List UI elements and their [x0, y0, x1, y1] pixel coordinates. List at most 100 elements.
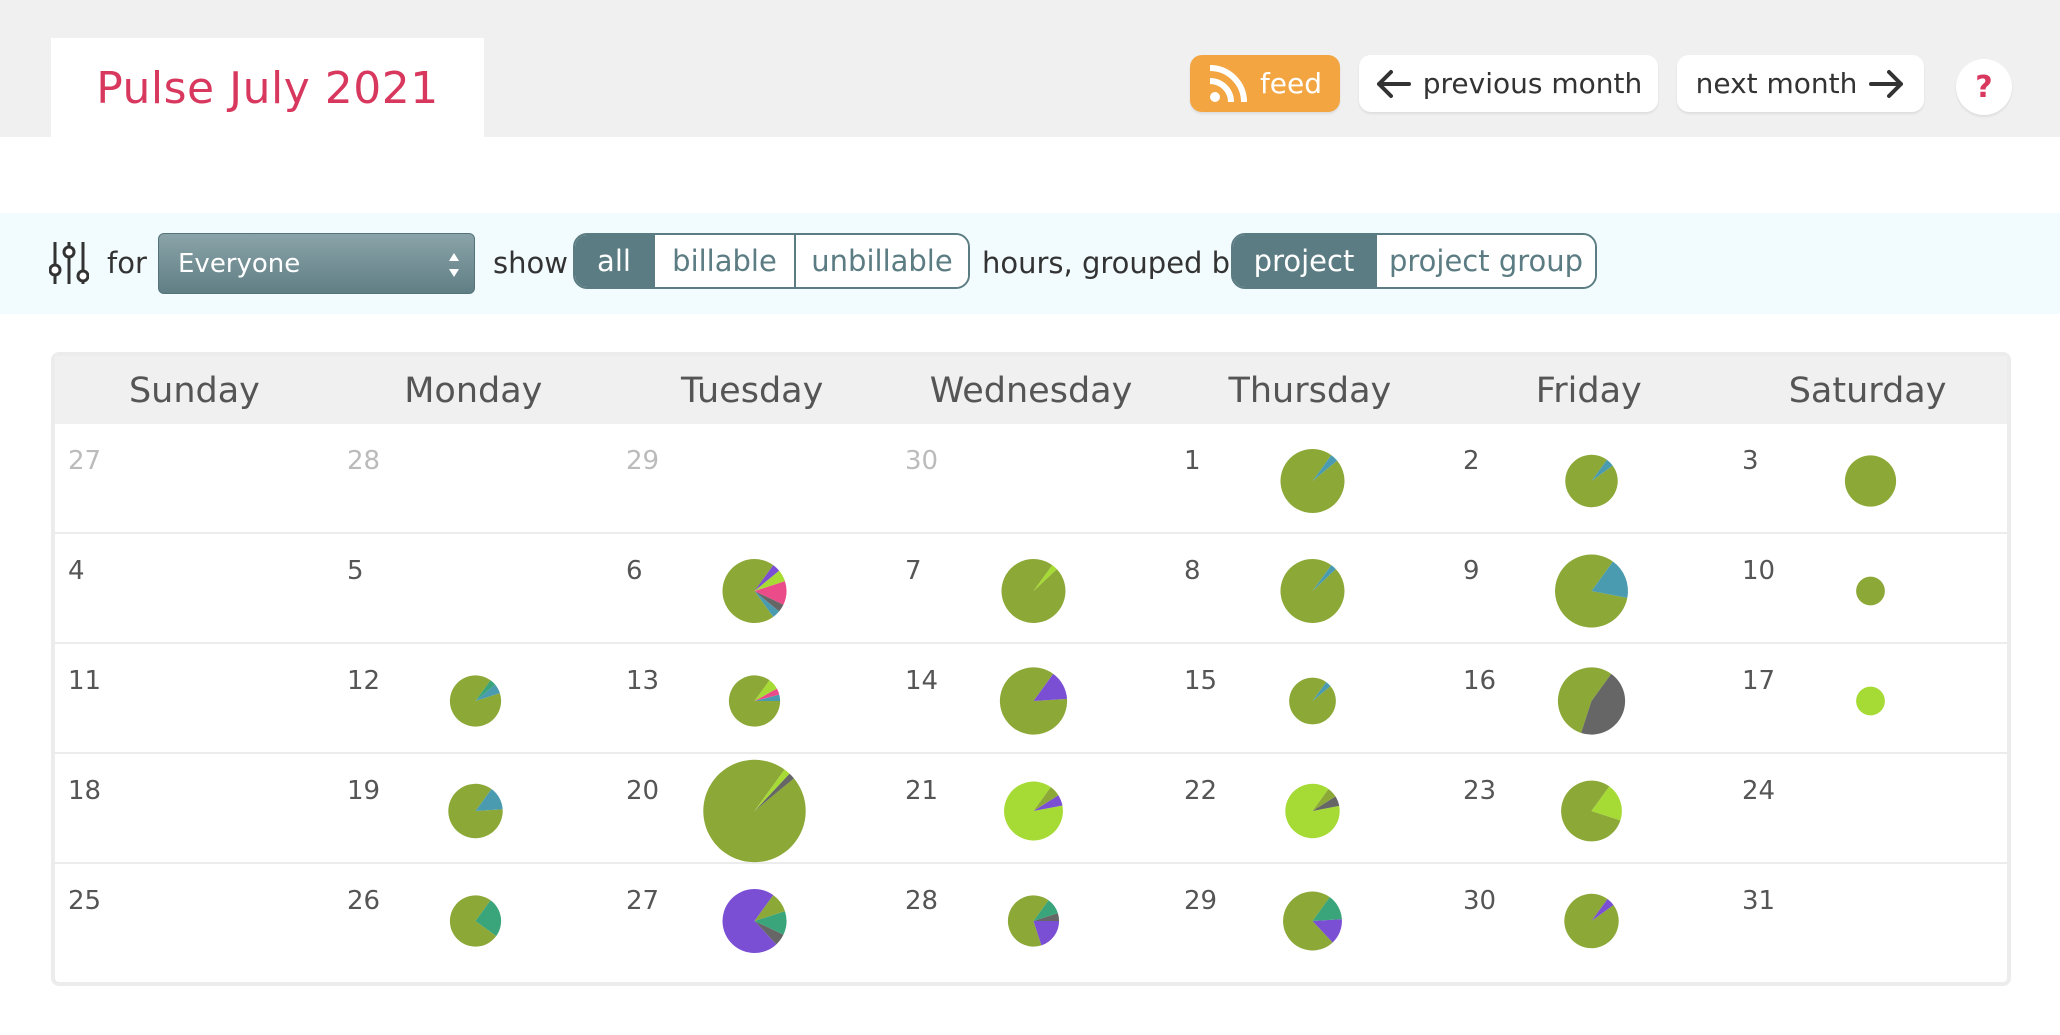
hours-pie-chart[interactable]	[1171, 864, 1450, 974]
day-number: 28	[347, 446, 381, 476]
day-number: 27	[68, 446, 102, 476]
for-label: for	[107, 246, 147, 280]
hours-pie-chart[interactable]	[1729, 424, 2008, 534]
group-option-project-group[interactable]: project group	[1375, 235, 1595, 287]
person-select-value: Everyone	[178, 248, 301, 279]
day-number: 24	[1742, 776, 1776, 806]
day-cell[interactable]: 21	[892, 754, 1171, 864]
weekday-label: Friday	[1535, 371, 1642, 411]
grouped-by-label: hours, grouped by	[982, 246, 1248, 280]
group-segmented-control: project project group	[1231, 233, 1597, 289]
day-cell[interactable]: 25	[55, 864, 334, 974]
hours-pie-chart[interactable]	[1171, 644, 1450, 754]
show-label: show	[493, 246, 568, 280]
week-row: 11 12 13 14 15 16 17	[55, 644, 2007, 754]
hours-pie-chart[interactable]	[613, 534, 892, 644]
hours-pie-chart[interactable]	[1450, 864, 1729, 974]
week-row: 27 28 29 30 1 2 3	[55, 424, 2007, 534]
hours-pie-chart[interactable]	[1450, 534, 1729, 644]
hours-pie-chart[interactable]	[1450, 424, 1729, 534]
day-cell[interactable]: 1	[1171, 424, 1450, 534]
day-cell[interactable]: 27	[55, 424, 334, 534]
day-cell[interactable]: 18	[55, 754, 334, 864]
day-cell[interactable]: 13	[613, 644, 892, 754]
hours-pie-chart[interactable]	[1171, 534, 1450, 644]
help-button[interactable]: ?	[1956, 59, 2012, 115]
day-cell[interactable]: 5	[334, 534, 613, 644]
hours-pie-chart[interactable]	[334, 754, 613, 864]
day-number: 11	[68, 666, 102, 696]
hours-pie-chart[interactable]	[1450, 644, 1729, 754]
day-cell[interactable]: 23	[1450, 754, 1729, 864]
month-calendar: Sunday Monday Tuesday Wednesday Thursday Frid…	[51, 352, 2011, 986]
day-cell[interactable]: 9	[1450, 534, 1729, 644]
day-cell[interactable]: 14	[892, 644, 1171, 754]
day-cell[interactable]: 29	[1171, 864, 1450, 974]
day-number: 25	[68, 886, 102, 916]
hours-option-unbillable[interactable]: unbillable	[794, 235, 968, 287]
hours-pie-chart[interactable]	[892, 864, 1171, 974]
day-cell[interactable]: 8	[1171, 534, 1450, 644]
day-cell[interactable]: 22	[1171, 754, 1450, 864]
day-cell[interactable]: 29	[613, 424, 892, 534]
next-month-button[interactable]: next month	[1677, 55, 1924, 112]
arrow-left-icon	[1376, 69, 1411, 98]
title-tab: Pulse July 2021	[51, 38, 484, 138]
hours-pie-chart[interactable]	[334, 644, 613, 754]
group-option-project[interactable]: project	[1233, 235, 1375, 287]
day-cell[interactable]: 11	[55, 644, 334, 754]
weekday-header: Sunday Monday Tuesday Wednesday Thursday Frid…	[55, 356, 2007, 424]
day-cell[interactable]: 7	[892, 534, 1171, 644]
feed-button[interactable]: feed	[1190, 55, 1340, 112]
pie-slice	[1844, 455, 1897, 507]
day-cell[interactable]: 27	[613, 864, 892, 974]
week-row: 25 26 27 28 29 30 31	[55, 864, 2007, 974]
rss-icon	[1209, 64, 1247, 102]
feed-label: feed	[1259, 67, 1323, 100]
select-arrows-icon	[449, 253, 459, 277]
hours-pie-chart[interactable]	[613, 644, 892, 754]
hours-pie-chart[interactable]	[613, 864, 892, 974]
day-cell[interactable]: 16	[1450, 644, 1729, 754]
pie-slice	[1856, 686, 1885, 716]
day-cell[interactable]: 24	[1729, 754, 2008, 864]
pie-slice	[1856, 576, 1885, 606]
hours-pie-chart[interactable]	[613, 754, 892, 864]
page-title: Pulse July 2021	[96, 62, 439, 114]
hours-pie-chart[interactable]	[1450, 754, 1729, 864]
day-cell[interactable]: 28	[334, 424, 613, 534]
hours-pie-chart[interactable]	[1729, 534, 2008, 644]
hours-pie-chart[interactable]	[892, 754, 1171, 864]
help-label: ?	[1975, 69, 1993, 105]
hours-segmented-control: all billable unbillable	[573, 233, 970, 289]
hours-pie-chart[interactable]	[334, 864, 613, 974]
day-cell[interactable]: 17	[1729, 644, 2008, 754]
day-cell[interactable]: 12	[334, 644, 613, 754]
hours-option-all[interactable]: all	[575, 235, 653, 287]
hours-pie-chart[interactable]	[1729, 644, 2008, 754]
day-cell[interactable]: 28	[892, 864, 1171, 974]
hours-pie-chart[interactable]	[892, 644, 1171, 754]
filter-bar: for Everyone show all billable unbillabl…	[0, 213, 2060, 314]
day-cell[interactable]: 3	[1729, 424, 2008, 534]
day-cell[interactable]: 19	[334, 754, 613, 864]
day-cell[interactable]: 6	[613, 534, 892, 644]
previous-month-label: previous month	[1422, 67, 1643, 100]
day-cell[interactable]: 31	[1729, 864, 2008, 974]
hours-pie-chart[interactable]	[1171, 424, 1450, 534]
day-cell[interactable]: 10	[1729, 534, 2008, 644]
day-cell[interactable]: 15	[1171, 644, 1450, 754]
previous-month-button[interactable]: previous month	[1359, 55, 1658, 112]
day-cell[interactable]: 20	[613, 754, 892, 864]
day-cell[interactable]: 30	[1450, 864, 1729, 974]
hours-pie-chart[interactable]	[1171, 754, 1450, 864]
weekday-label: Saturday	[1788, 371, 1947, 411]
hours-option-billable[interactable]: billable	[653, 235, 794, 287]
day-cell[interactable]: 26	[334, 864, 613, 974]
person-select[interactable]: Everyone	[158, 233, 475, 294]
day-cell[interactable]: 4	[55, 534, 334, 644]
weekday-label: Tuesday	[680, 371, 824, 411]
day-cell[interactable]: 30	[892, 424, 1171, 534]
day-cell[interactable]: 2	[1450, 424, 1729, 534]
hours-pie-chart[interactable]	[892, 534, 1171, 644]
